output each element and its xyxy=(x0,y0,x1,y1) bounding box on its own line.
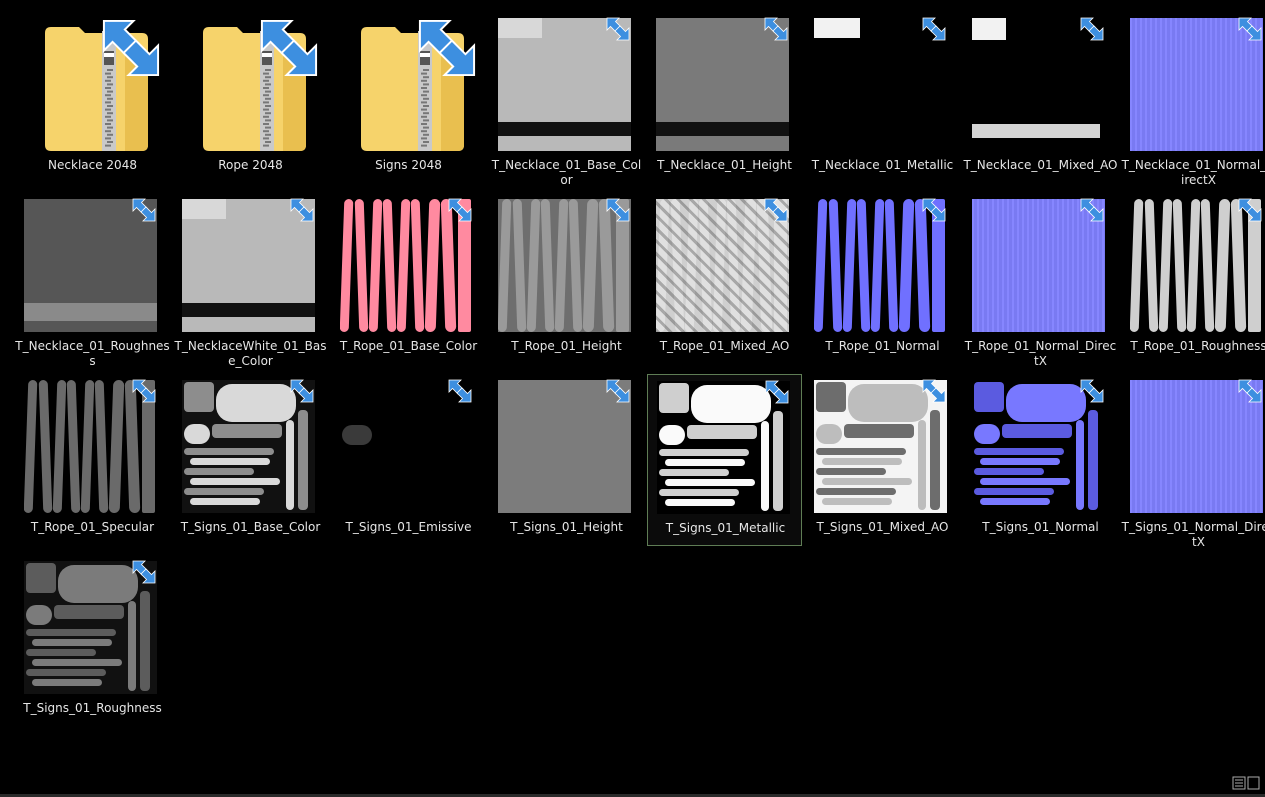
file-name-label: T_Necklace_01_Metallic xyxy=(811,158,954,172)
texture-file-item[interactable]: T_Necklace_01_Mixed_AO xyxy=(963,12,1118,184)
texture-file-item[interactable]: T_Signs_01_Normal xyxy=(963,374,1118,546)
file-name-label: Rope 2048 xyxy=(218,158,283,172)
compressed-overlay-icon xyxy=(289,197,315,223)
compressed-overlay-icon xyxy=(921,197,947,223)
compressed-overlay-icon xyxy=(1237,16,1263,42)
texture-file-item[interactable]: T_Rope_01_Height xyxy=(489,193,644,365)
file-name-label: T_Necklace_01_Roughness xyxy=(15,339,170,368)
texture-file-item[interactable]: T_Signs_01_Base_Color xyxy=(173,374,328,546)
file-name-label: T_NecklaceWhite_01_Base_Color xyxy=(174,339,327,368)
compressed-overlay-icon xyxy=(605,16,631,42)
compressed-overlay-icon xyxy=(1237,378,1263,404)
file-name-label: Signs 2048 xyxy=(375,158,442,172)
file-name-label: T_Rope_01_Height xyxy=(511,339,622,353)
compressed-overlay-icon xyxy=(764,379,790,405)
file-name-label: T_Rope_01_Specular xyxy=(30,520,155,534)
texture-file-item[interactable]: T_Necklace_01_Base_Color xyxy=(489,12,644,187)
texture-file-item[interactable]: T_Signs_01_Mixed_AO xyxy=(805,374,960,546)
file-name-label: Necklace 2048 xyxy=(48,158,137,172)
compressed-overlay-icon xyxy=(921,16,947,42)
file-name-label: T_Signs_01_Metallic xyxy=(665,521,786,535)
compressed-overlay-icon xyxy=(131,197,157,223)
zip-folder-item[interactable]: Rope 2048 xyxy=(173,12,328,184)
texture-file-item[interactable]: T_Rope_01_Specular xyxy=(15,374,170,546)
compressed-overlay-icon xyxy=(447,197,473,223)
compressed-overlay-icon xyxy=(921,378,947,404)
texture-file-item[interactable]: T_Rope_01_Normal_DirectX xyxy=(963,193,1118,368)
texture-file-item[interactable]: T_Signs_01_Roughness xyxy=(15,555,170,727)
compressed-overlay-icon xyxy=(289,378,315,404)
file-name-label: T_Necklace_01_Height xyxy=(657,158,792,172)
compressed-overlay-icon xyxy=(131,378,157,404)
file-name-label: T_Signs_01_Height xyxy=(510,520,623,534)
file-name-label: T_Rope_01_Normal_DirectX xyxy=(964,339,1117,368)
compressed-overlay-icon xyxy=(415,16,479,80)
texture-file-item[interactable]: T_Necklace_01_Roughness xyxy=(15,193,170,368)
file-name-label: T_Signs_01_Mixed_AO xyxy=(816,520,949,534)
zip-folder-item[interactable]: Necklace 2048 xyxy=(15,12,170,184)
texture-file-item[interactable]: T_Signs_01_Metallic xyxy=(647,374,802,546)
file-grid: Necklace 2048 Rope 2048 Signs 2048 T_Nec… xyxy=(15,12,1265,772)
zip-folder-item[interactable]: Signs 2048 xyxy=(331,12,486,184)
file-name-label: T_Signs_01_Roughness xyxy=(23,701,162,715)
compressed-overlay-icon xyxy=(763,197,789,223)
file-name-label: T_Rope_01_Mixed_AO xyxy=(659,339,790,353)
texture-file-item[interactable]: T_Rope_01_Roughness xyxy=(1121,193,1265,365)
compressed-overlay-icon xyxy=(1237,197,1263,223)
texture-file-item[interactable]: T_Rope_01_Mixed_AO xyxy=(647,193,802,365)
texture-file-item[interactable]: T_Necklace_01_Normal_DirectX xyxy=(1121,12,1265,187)
texture-file-item[interactable]: T_NecklaceWhite_01_Base_Color xyxy=(173,193,328,368)
texture-file-item[interactable]: T_Necklace_01_Height xyxy=(647,12,802,184)
compressed-overlay-icon xyxy=(131,559,157,585)
compressed-overlay-icon xyxy=(1079,197,1105,223)
file-name-label: T_Rope_01_Base_Color xyxy=(339,339,478,353)
file-name-label: T_Rope_01_Normal xyxy=(825,339,940,353)
compressed-overlay-icon xyxy=(1079,378,1105,404)
compressed-overlay-icon xyxy=(763,16,789,42)
texture-file-item[interactable]: T_Necklace_01_Metallic xyxy=(805,12,960,184)
compressed-overlay-icon xyxy=(99,16,163,80)
texture-file-item[interactable]: T_Signs_01_Emissive xyxy=(331,374,486,546)
compressed-overlay-icon xyxy=(1079,16,1105,42)
file-name-label: T_Necklace_01_Normal_DirectX xyxy=(1121,158,1265,187)
file-name-label: T_Necklace_01_Base_Color xyxy=(491,158,642,187)
file-name-label: T_Signs_01_Emissive xyxy=(345,520,472,534)
view-toggle-icon[interactable] xyxy=(1232,775,1260,790)
compressed-overlay-icon xyxy=(605,197,631,223)
file-name-label: T_Necklace_01_Mixed_AO xyxy=(963,158,1118,172)
texture-file-item[interactable]: T_Signs_01_Height xyxy=(489,374,644,546)
compressed-overlay-icon xyxy=(605,378,631,404)
texture-file-item[interactable]: T_Rope_01_Normal xyxy=(805,193,960,365)
compressed-overlay-icon xyxy=(257,16,321,80)
texture-file-item[interactable]: T_Signs_01_Normal_DirectX xyxy=(1121,374,1265,549)
compressed-overlay-icon xyxy=(447,378,473,404)
file-name-label: T_Signs_01_Base_Color xyxy=(180,520,321,534)
file-name-label: T_Signs_01_Normal xyxy=(982,520,1099,534)
file-name-label: T_Rope_01_Roughness xyxy=(1130,339,1265,353)
file-name-label: T_Signs_01_Normal_DirectX xyxy=(1121,520,1265,549)
texture-file-item[interactable]: T_Rope_01_Base_Color xyxy=(331,193,486,365)
